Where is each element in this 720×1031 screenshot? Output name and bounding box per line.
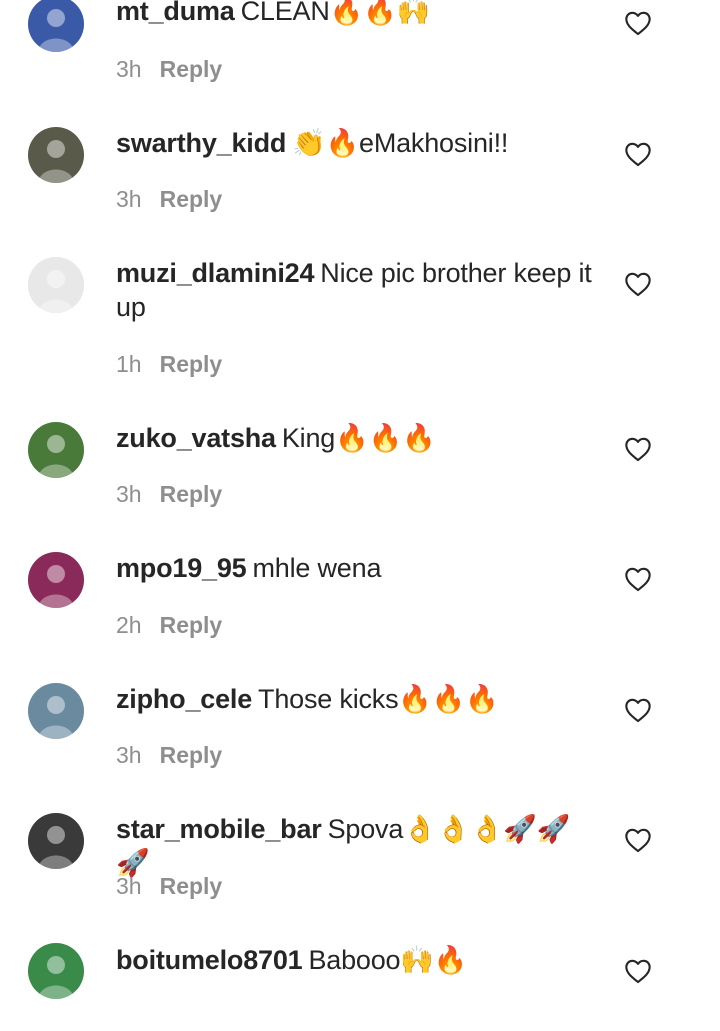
comment-text: mhle wena [252, 553, 382, 583]
comment-body: muzi_dlamini24 Nice pic brother keep it u… [116, 256, 596, 324]
heart-outline-icon[interactable] [624, 697, 652, 723]
heart-outline-icon[interactable] [624, 271, 652, 297]
comment-username[interactable]: star_mobile_bar [116, 814, 322, 844]
comment-body: star_mobile_bar Spova👌👌👌🚀🚀🚀 [116, 812, 596, 880]
comment-username[interactable]: zuko_vatsha [116, 423, 276, 453]
user-avatar[interactable] [28, 943, 84, 999]
comment-text: Those kicks🔥🔥🔥 [258, 684, 499, 714]
reply-button[interactable]: Reply [160, 186, 223, 212]
reply-button[interactable]: Reply [160, 612, 223, 638]
comment-body: zipho_cele Those kicks🔥🔥🔥 [116, 682, 596, 716]
comment-body: swarthy_kidd 👏🔥eMakhosini!! [116, 126, 596, 160]
comment-text: CLEAN🔥🔥🙌 [240, 0, 430, 26]
comment-meta: 2h Reply [116, 610, 222, 640]
comment-timestamp: 1h [116, 351, 142, 377]
comment-meta: 3h Reply [116, 54, 222, 84]
reply-button[interactable]: Reply [160, 481, 223, 507]
user-avatar[interactable] [28, 127, 84, 183]
comments-list: mt_duma CLEAN🔥🔥🙌 3h Reply swarthy_kidd 👏🔥eMak… [0, 0, 720, 999]
comment-timestamp: 3h [116, 873, 142, 899]
comment-username[interactable]: boitumelo8701 [116, 945, 303, 975]
user-avatar[interactable] [28, 813, 84, 869]
comment-username[interactable]: muzi_dlamini24 [116, 258, 314, 288]
reply-button[interactable]: Reply [160, 56, 223, 82]
comment-username[interactable]: zipho_cele [116, 684, 252, 714]
comment-meta: 3h Reply [116, 871, 222, 901]
comment-username[interactable]: mpo19_95 [116, 553, 247, 583]
comment-meta [116, 1001, 134, 1031]
reply-button[interactable]: Reply [160, 351, 223, 377]
comment-timestamp: 2h [116, 612, 142, 638]
comment-text: 👏🔥eMakhosini!! [292, 128, 509, 158]
user-avatar[interactable] [28, 257, 84, 313]
comment-username[interactable]: mt_duma [116, 0, 235, 26]
comment-meta: 3h Reply [116, 479, 222, 509]
heart-outline-icon[interactable] [624, 436, 652, 462]
user-avatar[interactable] [28, 552, 84, 608]
comment-timestamp: 3h [116, 481, 142, 507]
user-avatar[interactable] [28, 422, 84, 478]
comment-meta: 1h Reply [116, 349, 222, 379]
heart-outline-icon[interactable] [624, 958, 652, 984]
comment-body: mpo19_95 mhle wena [116, 551, 596, 585]
comment-timestamp: 3h [116, 186, 142, 212]
heart-outline-icon[interactable] [624, 566, 652, 592]
comment-body: zuko_vatsha King🔥🔥🔥 [116, 421, 596, 455]
user-avatar[interactable] [28, 683, 84, 739]
comment-text: Babooo🙌🔥 [308, 945, 468, 975]
heart-outline-icon[interactable] [624, 141, 652, 167]
reply-button[interactable]: Reply [160, 742, 223, 768]
comment-meta: 3h Reply [116, 740, 222, 770]
comment-timestamp: 3h [116, 742, 142, 768]
user-avatar[interactable] [28, 0, 84, 52]
comment-meta: 3h Reply [116, 184, 222, 214]
heart-outline-icon[interactable] [624, 827, 652, 853]
comment-body: boitumelo8701 Babooo🙌🔥 [116, 943, 596, 977]
comment-username[interactable]: swarthy_kidd [116, 128, 286, 158]
heart-outline-icon[interactable] [624, 10, 652, 36]
comment-text: King🔥🔥🔥 [281, 423, 436, 453]
comment-body: mt_duma CLEAN🔥🔥🙌 [116, 0, 596, 28]
reply-button[interactable]: Reply [160, 873, 223, 899]
comment-timestamp: 3h [116, 56, 142, 82]
